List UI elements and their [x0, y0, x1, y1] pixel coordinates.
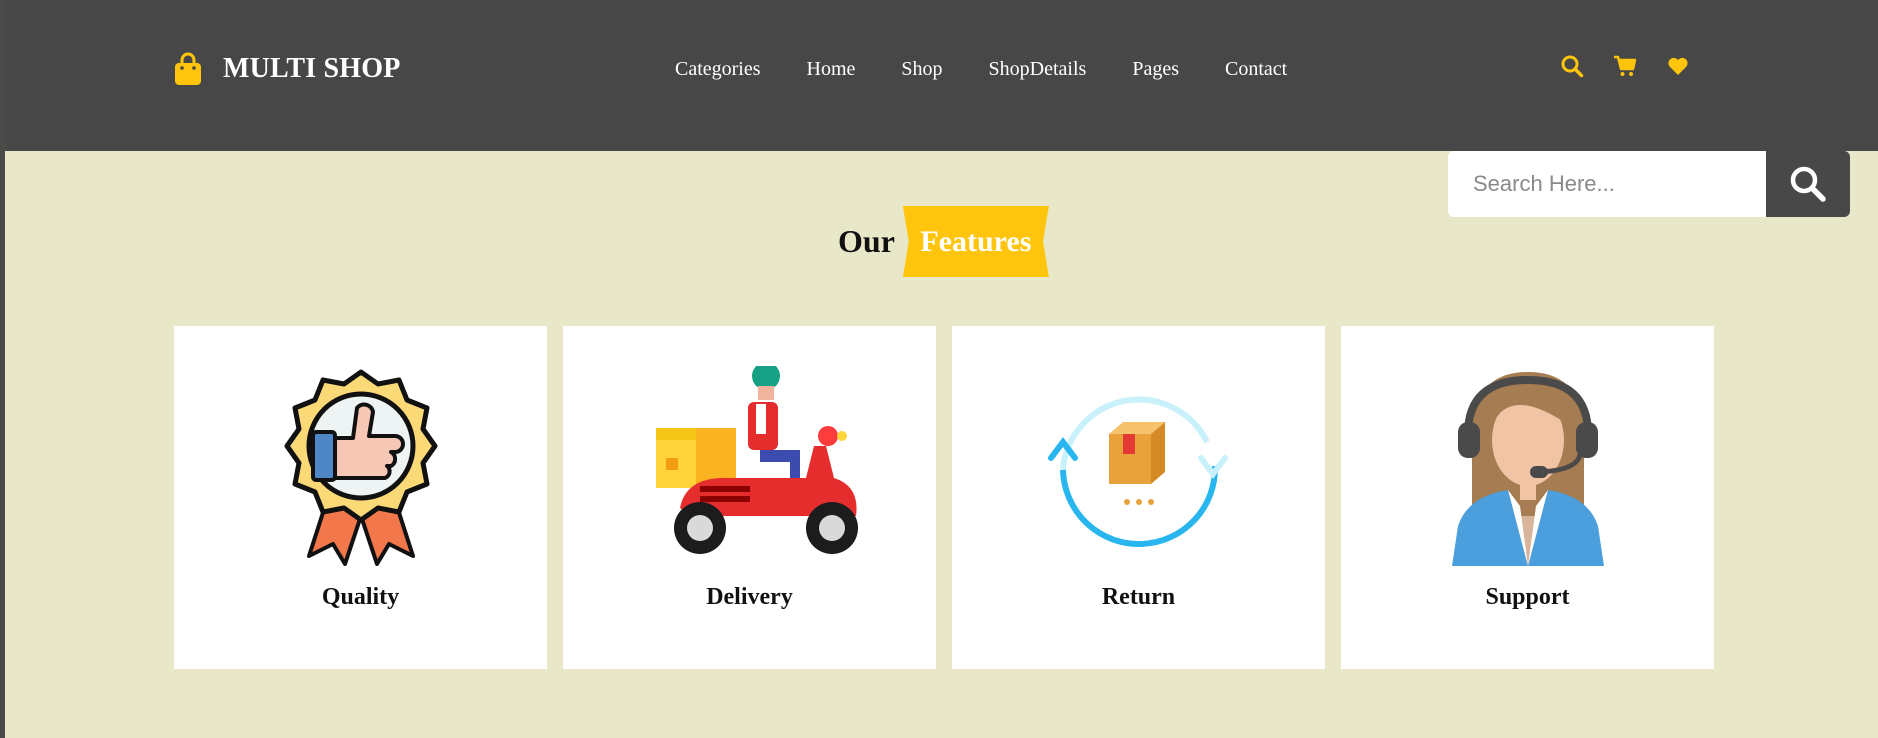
nav-link-home[interactable]: Home: [807, 58, 856, 81]
heading-highlight: Features: [920, 224, 1032, 258]
brand-name: MULTI SHOP: [223, 53, 401, 84]
search-input[interactable]: [1448, 151, 1766, 217]
nav-link-contact[interactable]: Contact: [1225, 58, 1287, 81]
feature-label: Return: [1101, 584, 1176, 610]
support-agent-icon: [1451, 372, 1604, 566]
return-box-icon: [1047, 396, 1228, 548]
shopping-bag-icon: [175, 52, 201, 85]
nav-link-categories[interactable]: Categories: [675, 58, 761, 81]
feature-card-delivery[interactable]: Delivery: [563, 326, 936, 669]
nav-icon-group: [1560, 54, 1719, 78]
search-bar: [1448, 151, 1850, 217]
heart-icon[interactable]: [1666, 54, 1690, 78]
brand-logo[interactable]: MULTI SHOP: [173, 52, 401, 86]
main-nav: Categories Home Shop ShopDetails Pages C…: [675, 58, 1333, 81]
feature-card-quality[interactable]: Quality: [174, 326, 547, 669]
quality-badge-icon: [284, 369, 437, 566]
feature-card-support[interactable]: Support: [1341, 326, 1714, 669]
search-icon: [1790, 166, 1826, 202]
search-icon[interactable]: [1560, 54, 1584, 78]
feature-label: Quality: [321, 584, 400, 610]
nav-link-shop[interactable]: Shop: [901, 58, 942, 81]
search-button[interactable]: [1766, 151, 1850, 217]
delivery-scooter-icon: [655, 366, 858, 554]
top-navbar: MULTI SHOP Categories Home Shop ShopDeta…: [5, 0, 1878, 151]
feature-card-return[interactable]: Return: [952, 326, 1325, 669]
nav-link-pages[interactable]: Pages: [1132, 58, 1179, 81]
features-grid: Quality Delivery Return Support: [174, 326, 1730, 669]
nav-link-shopdetails[interactable]: ShopDetails: [989, 58, 1087, 81]
feature-label: Support: [1485, 584, 1570, 610]
heading-text: Our: [838, 223, 895, 259]
feature-label: Delivery: [706, 584, 793, 610]
heading-ribbon: Features: [902, 206, 1049, 277]
cart-icon[interactable]: [1613, 54, 1637, 78]
section-heading: Our Features: [838, 206, 1049, 277]
